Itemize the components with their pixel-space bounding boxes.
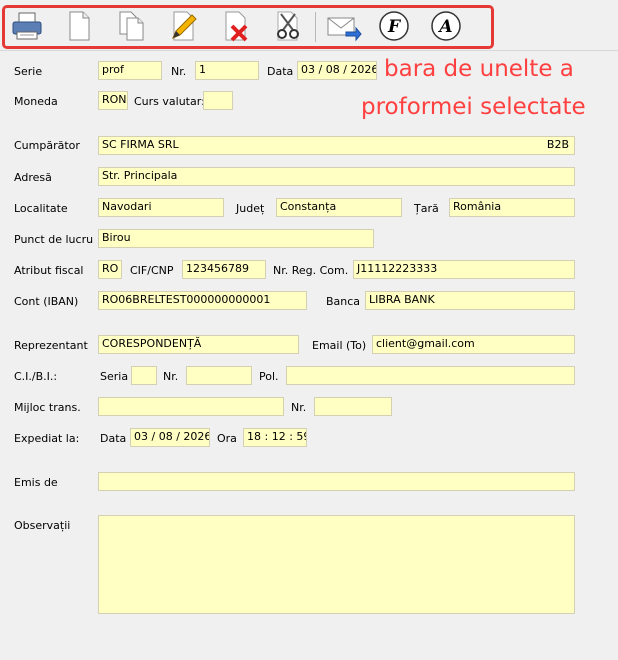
observatii-textarea[interactable] bbox=[98, 515, 575, 614]
email-label: Email (To) bbox=[312, 339, 367, 352]
banca-label: Banca bbox=[326, 295, 361, 308]
nr-label: Nr. bbox=[171, 65, 187, 78]
ci-pol-label: Pol. bbox=[259, 370, 279, 383]
edit-pencil-icon[interactable] bbox=[168, 10, 200, 42]
localitate-field[interactable]: Navodari bbox=[98, 198, 224, 217]
curs-valutar-label: Curs valutar: bbox=[134, 95, 205, 108]
a-letter-icon[interactable]: A bbox=[430, 10, 462, 42]
observatii-label: Observații bbox=[14, 519, 71, 532]
expediat-data-field[interactable]: 03 / 08 / 2026 bbox=[130, 428, 210, 447]
toolbar: F A bbox=[0, 0, 618, 51]
svg-text:F: F bbox=[387, 17, 402, 37]
annotation-line-1: bara de unelte a bbox=[384, 56, 574, 82]
tara-label: Țară bbox=[414, 202, 439, 215]
mijloc-nr-label: Nr. bbox=[291, 401, 307, 414]
punct-de-lucru-field[interactable]: Birou bbox=[98, 229, 374, 248]
annotation-line-2: proformei selectate bbox=[361, 94, 586, 120]
expediat-ora-field[interactable]: 18 : 12 : 59 bbox=[243, 428, 307, 447]
new-document-icon[interactable] bbox=[63, 10, 95, 42]
adresa-label: Adresă bbox=[14, 171, 52, 184]
ci-nr-label: Nr. bbox=[163, 370, 179, 383]
mijloc-transport-label: Mijloc trans. bbox=[14, 401, 81, 414]
atribut-fiscal-label: Atribut fiscal bbox=[14, 264, 84, 277]
iban-label: Cont (IBAN) bbox=[14, 295, 79, 308]
expediat-label: Expediat la: bbox=[14, 432, 80, 445]
tara-field[interactable]: România bbox=[449, 198, 575, 217]
ci-nr-field[interactable] bbox=[186, 366, 252, 385]
reprezentant-label: Reprezentant bbox=[14, 339, 88, 352]
ci-seria-field[interactable] bbox=[131, 366, 157, 385]
svg-text:A: A bbox=[437, 17, 452, 37]
ci-seria-label: Seria bbox=[100, 370, 129, 383]
send-email-icon[interactable] bbox=[326, 10, 362, 42]
adresa-field[interactable]: Str. Principala bbox=[98, 167, 575, 186]
nr-field[interactable]: 1 bbox=[195, 61, 259, 80]
expediat-ora-label: Ora bbox=[217, 432, 237, 445]
cumparator-field[interactable]: SC FIRMA SRL B2B bbox=[98, 136, 575, 155]
moneda-label: Moneda bbox=[14, 95, 58, 108]
delete-document-icon[interactable] bbox=[220, 10, 252, 42]
cumparator-value: SC FIRMA SRL bbox=[102, 138, 179, 151]
serie-label: Serie bbox=[14, 65, 43, 78]
f-letter-icon[interactable]: F bbox=[378, 10, 410, 42]
cif-cnp-label: CIF/CNP bbox=[130, 264, 174, 277]
print-icon[interactable] bbox=[11, 10, 43, 42]
iban-field[interactable]: RO06BRELTEST000000000001 bbox=[98, 291, 307, 310]
b2b-badge: B2B bbox=[546, 138, 569, 151]
nr-reg-com-field[interactable]: J11112223333 bbox=[353, 260, 575, 279]
reprezentant-field[interactable]: CORESPONDENȚĂ bbox=[98, 335, 299, 354]
copy-document-icon[interactable] bbox=[116, 10, 148, 42]
judet-label: Județ bbox=[236, 202, 265, 215]
ci-bi-label: C.I./B.I.: bbox=[14, 370, 58, 383]
toolbar-separator bbox=[315, 12, 316, 42]
cumparator-label: Cumpărător bbox=[14, 139, 80, 152]
emis-de-field[interactable] bbox=[98, 472, 575, 491]
nr-reg-com-label: Nr. Reg. Com. bbox=[273, 264, 349, 277]
atribut-fiscal-field[interactable]: RO bbox=[98, 260, 122, 279]
cut-scissors-icon[interactable] bbox=[272, 10, 304, 42]
moneda-field[interactable]: RON bbox=[98, 91, 128, 110]
curs-valutar-field[interactable] bbox=[203, 91, 233, 110]
expediat-data-label: Data bbox=[100, 432, 127, 445]
mijloc-nr-field[interactable] bbox=[314, 397, 392, 416]
emis-de-label: Emis de bbox=[14, 476, 58, 489]
data-field[interactable]: 03 / 08 / 2026 bbox=[297, 61, 377, 80]
cif-cnp-field[interactable]: 123456789 bbox=[182, 260, 266, 279]
mijloc-transport-field[interactable] bbox=[98, 397, 284, 416]
judet-field[interactable]: Constanța bbox=[276, 198, 402, 217]
ci-pol-field[interactable] bbox=[286, 366, 575, 385]
punct-de-lucru-label: Punct de lucru bbox=[14, 233, 94, 246]
data-label: Data bbox=[267, 65, 294, 78]
banca-field[interactable]: LIBRA BANK bbox=[365, 291, 575, 310]
localitate-label: Localitate bbox=[14, 202, 68, 215]
email-field[interactable]: client@gmail.com bbox=[372, 335, 575, 354]
serie-field[interactable]: prof bbox=[98, 61, 162, 80]
